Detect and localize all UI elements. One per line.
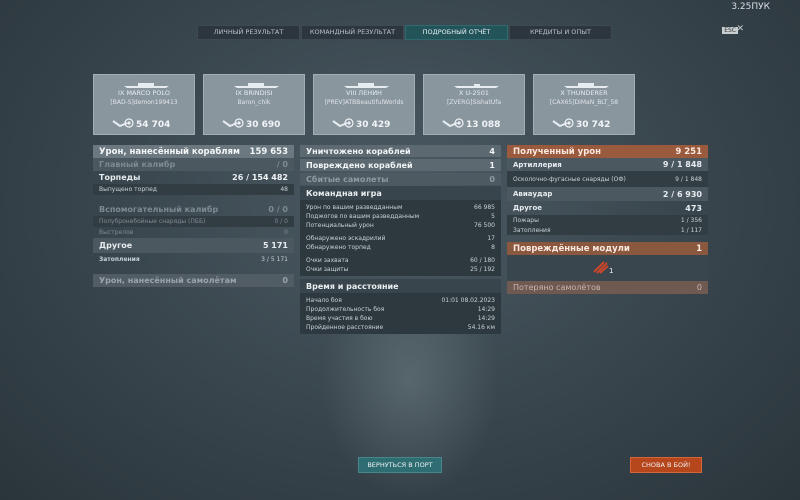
tab-credits-experience[interactable]: КРЕДИТЫ И ОПЫТ	[509, 25, 612, 40]
team-play-header: Командная игра	[300, 186, 501, 200]
ship-silhouette-icon	[234, 83, 279, 88]
ship-name: X THUNDERER	[560, 89, 608, 97]
ship-silhouette-icon	[454, 84, 499, 88]
time-distance-list: Начало боя 01:01 08.02.2023 Продолжительн…	[300, 293, 501, 334]
ship-silhouette-icon	[564, 83, 609, 88]
damaged-modules-list: 1	[507, 255, 708, 281]
ship-damage-score: 13 088	[466, 120, 501, 130]
tab-detailed-report[interactable]: ПОДРОБНЫЙ ОТЧЁТ	[405, 25, 508, 40]
damage-to-ships-header: Урон, нанесённый кораблям 159 653	[93, 145, 294, 158]
team-stat-row: Очки захвата 60 / 180	[300, 256, 501, 265]
ship-card[interactable]: IX MARCO POLO [BAD-S]demon199413 54 704	[93, 74, 195, 135]
ship-damage-score: 54 704	[136, 120, 171, 130]
close-icon[interactable]: ✕	[736, 24, 744, 34]
ship-damage-score: 30 429	[356, 120, 391, 130]
ships-damaged-row: Повреждено кораблей 1	[300, 159, 501, 171]
shots-row: Выстрелов 0	[99, 229, 288, 236]
main-caliber-row: Главный калибр / 0	[93, 158, 294, 171]
team-play-list: Урон по вашим разведданным 66 985 Поджого…	[300, 200, 501, 276]
return-to-port-button[interactable]: ВЕРНУТЬСЯ В ПОРТ	[358, 457, 442, 473]
steering-gear-module-icon	[593, 261, 609, 274]
ship-player: [BAD-S]demon199413	[110, 99, 178, 106]
team-stat-row: Потенциальный урон 76 500	[300, 221, 501, 230]
ship-silhouette-icon	[344, 83, 389, 88]
ships-destroyed-row: Уничтожено кораблей 4	[300, 145, 501, 157]
battle-stats-panel: Уничтожено кораблей 4 Повреждено корабле…	[300, 145, 501, 334]
module-damage-count: 1	[609, 267, 614, 275]
battle-again-button[interactable]: СНОВА В БОЙ!	[630, 457, 702, 473]
team-stat-row: Очки защиты 25 / 192	[300, 265, 501, 274]
team-stat-row: Обнаружено торпед 8	[300, 243, 501, 252]
damaged-modules-header: Повреждённые модули 1	[507, 242, 708, 255]
ship-damage-score: 30 690	[246, 120, 281, 130]
time-stat-row: Начало боя 01:01 08.02.2023	[300, 296, 501, 305]
planes-lost-row: Потеряно самолётов 0	[507, 281, 708, 294]
ap-shells-row: Полубронебойные снаряды (ПББ) 0 / 0	[93, 216, 294, 227]
ship-name: X U-2501	[458, 89, 490, 97]
artillery-row: Артиллерия 9 / 1 848	[507, 158, 708, 171]
ship-card[interactable]: IX BRINDISI Baron_chik 30 690	[203, 74, 305, 135]
ship-name: VIII ЛЕНИН	[346, 89, 382, 97]
time-stat-row: Пройденное расстояние 54.16 км	[300, 323, 501, 332]
ship-card[interactable]: X U-2501 [ZVERG]SishatUfa 13 088	[423, 74, 525, 135]
team-stat-row: Урон по вашим разведданным 66 985	[300, 203, 501, 212]
ship-player: Baron_chik	[237, 99, 271, 106]
other-received-row: Другое 473	[513, 203, 702, 213]
flooding-row: Затопления 3 / 5 171	[99, 256, 288, 263]
ship-player: [CAX65]DiMaN_BLT_58	[549, 99, 619, 106]
time-stat-row: Продолжительность боя 14:29	[300, 305, 501, 314]
medal-icon	[234, 118, 244, 128]
air-strike-row: Авиаудар 2 / 6 930	[507, 187, 708, 201]
medal-icon	[454, 118, 464, 128]
planes-shot-down-row: Сбитые самолеты 0	[300, 173, 501, 185]
fires-row: Пожары 1 / 356	[507, 215, 708, 225]
team-stat-row: Поджогов по вашим разведданным 5	[300, 212, 501, 221]
result-tabs: ЛИЧНЫЙ РЕЗУЛЬТАТ КОМАНДНЫЙ РЕЗУЛЬТАТ ПОД…	[197, 25, 613, 40]
damage-received-panel: Полученный урон 9 251 Артиллерия 9 / 1 8…	[507, 145, 708, 294]
team-stat-row: Обнаружено эскадрилий 17	[300, 234, 501, 243]
destroyed-ships-list: IX MARCO POLO [BAD-S]demon199413 54 704 …	[93, 74, 635, 135]
time-distance-header: Время и расстояние	[300, 279, 501, 293]
damage-to-aircraft-header: Урон, нанесённый самолётам 0	[93, 274, 294, 287]
torpedoes-fired-row: Выпущено торпед 48	[93, 184, 294, 195]
medal-icon	[124, 118, 134, 128]
tab-personal-result[interactable]: ЛИЧНЫЙ РЕЗУЛЬТАТ	[197, 25, 300, 40]
damage-received-header: Полученный урон 9 251	[507, 145, 708, 158]
ship-silhouette-icon	[124, 83, 169, 88]
other-damage-row: Другое 5 171	[93, 238, 294, 253]
ship-card[interactable]: VIII ЛЕНИН [PREV]ATBBeautifulWorlds 30 4…	[313, 74, 415, 135]
medal-icon	[564, 118, 574, 128]
ship-player: [ZVERG]SishatUfa	[446, 99, 502, 106]
ship-name: IX MARCO POLO	[118, 89, 170, 97]
ship-damage-score: 30 742	[576, 120, 611, 130]
ship-card[interactable]: X THUNDERER [CAX65]DiMaN_BLT_58 30 742	[533, 74, 635, 135]
floods-received-row: Затопления 1 / 117	[507, 225, 708, 235]
version-label: 3.25ПУК	[731, 2, 770, 12]
secondary-caliber-row: Вспомогательный калибр 0 / 0	[99, 205, 288, 214]
time-stat-row: Время участия в бою 14:29	[300, 314, 501, 323]
tab-team-result[interactable]: КОМАНДНЫЙ РЕЗУЛЬТАТ	[301, 25, 404, 40]
damage-dealt-panel: Урон, нанесённый кораблям 159 653 Главны…	[93, 145, 294, 287]
ship-name: IX BRINDISI	[235, 89, 273, 97]
ship-player: [PREV]ATBBeautifulWorlds	[324, 99, 404, 106]
he-shells-row: Осколочно-фугасные снаряды (ОФ) 9 / 1 84…	[507, 171, 708, 187]
medal-icon	[344, 118, 354, 128]
torpedoes-row: Торпеды 26 / 154 482	[99, 173, 288, 182]
